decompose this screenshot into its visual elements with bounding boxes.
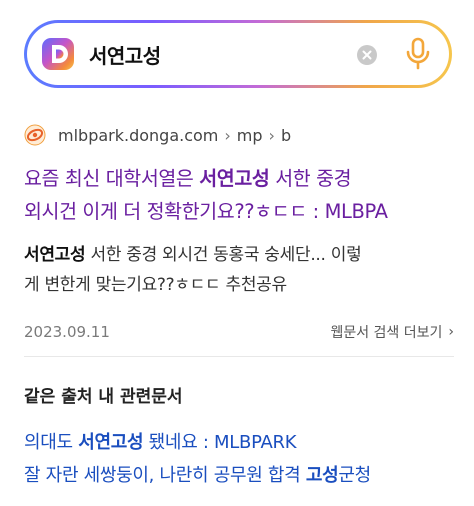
related-item-highlight: 고성: [305, 465, 339, 486]
result-path-2: b: [280, 125, 292, 145]
related-item-text: 의대도: [24, 432, 79, 453]
more-label: 웹문서 검색 더보기: [330, 325, 443, 341]
related-item-text: 잘 자란 세쌍둥이, 나란히 공무원 합격: [24, 465, 306, 486]
result-path-1: mp: [236, 125, 263, 145]
result-title-link[interactable]: 요즘 최신 대학서열은 서연고성 서한 중경 외시건 이게 더 정확한기요??ㅎ…: [24, 162, 454, 228]
breadcrumb-separator-icon: ›: [268, 125, 275, 145]
microphone-icon[interactable]: [403, 37, 433, 71]
result-domain: mlbpark.donga.com: [58, 125, 219, 145]
result-meta: 2023.09.11 웹문서 검색 더보기 ›: [24, 322, 454, 342]
snippet-highlight: 서연고성: [24, 245, 86, 265]
chevron-right-icon: ›: [448, 324, 454, 340]
search-inner: 서연고성: [27, 23, 449, 85]
result-source[interactable]: mlbpark.donga.com › mp › b: [24, 124, 454, 146]
daum-logo-icon[interactable]: [41, 37, 75, 71]
divider: [24, 356, 454, 357]
result-url[interactable]: mlbpark.donga.com › mp › b: [58, 126, 291, 145]
title-line1-prefix: 요즘 최신 대학서열은: [24, 167, 200, 190]
result-snippet: 서연고성 서한 중경 외시건 동홍국 숭세단... 이렇 게 변한게 맞는기요?…: [24, 240, 454, 300]
breadcrumb-separator-icon: ›: [224, 125, 231, 145]
snippet-line2: 게 변한게 맞는기요??ㅎㄷㄷ 추천공유: [24, 275, 287, 295]
related-item-2[interactable]: 잘 자란 세쌍둥이, 나란히 공무원 합격 고성군청: [24, 461, 371, 487]
related-item-text: 됐네요 : MLBPARK: [143, 432, 297, 453]
title-line1-suffix: 서한 중경: [269, 167, 352, 190]
snippet-line1: 서한 중경 외시건 동홍국 숭세단... 이렇: [85, 245, 362, 265]
result-date: 2023.09.11: [24, 323, 110, 341]
web-search-more-button[interactable]: 웹문서 검색 더보기 ›: [330, 322, 454, 342]
clear-icon[interactable]: [357, 45, 377, 65]
related-item-highlight: 서연고성: [78, 432, 144, 453]
search-input[interactable]: 서연고성: [89, 40, 161, 69]
search-bar[interactable]: 서연고성: [24, 20, 452, 88]
site-favicon-icon: [24, 124, 46, 146]
title-line2: 외시건 이게 더 정확한기요??ㅎㄷㄷ : MLBPA: [24, 200, 388, 223]
title-highlight: 서연고성: [199, 167, 270, 190]
related-item-1[interactable]: 의대도 서연고성 됐네요 : MLBPARK: [24, 428, 297, 454]
search-result: mlbpark.donga.com › mp › b 요즘 최신 대학서열은 서연고성 …: [24, 124, 454, 300]
related-heading: 같은 출처 내 관련문서: [24, 387, 183, 407]
related-item-text: 군청: [338, 465, 371, 486]
